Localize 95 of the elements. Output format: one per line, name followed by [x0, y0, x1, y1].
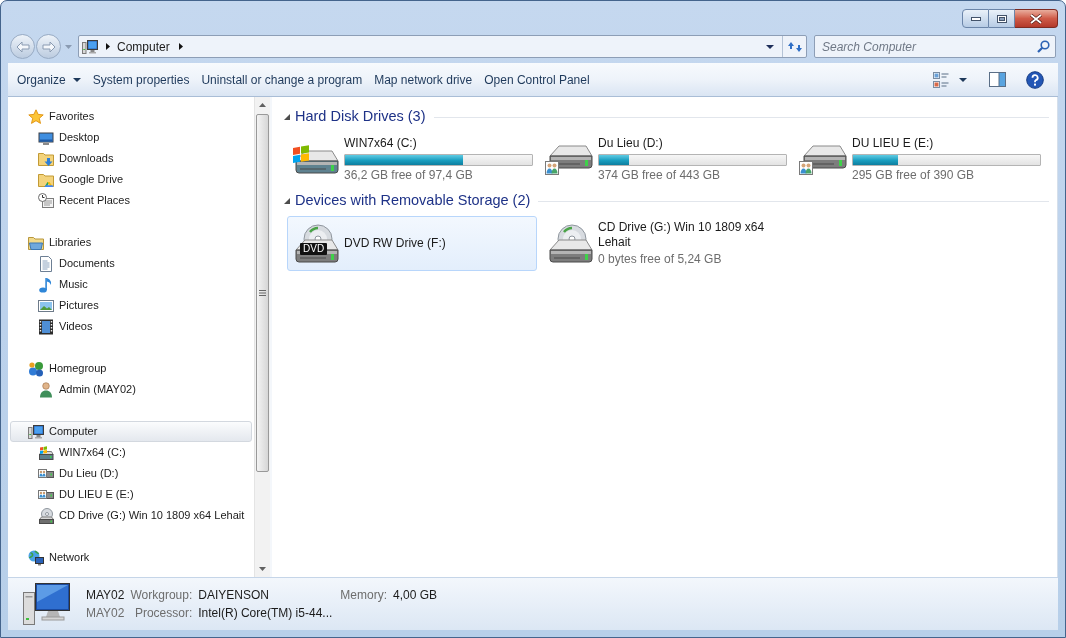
caret-icon	[959, 77, 967, 82]
nav-item[interactable]: WIN7x64 (C:)	[10, 442, 252, 463]
close-button[interactable]	[1015, 9, 1058, 28]
nav-item[interactable]: CD Drive (G:) Win 10 1809 x64 Lehait	[10, 505, 252, 526]
search-field[interactable]: Search Computer	[814, 35, 1056, 58]
caret-icon	[766, 44, 774, 49]
toolbar-button[interactable]: System properties	[92, 67, 190, 92]
folder-triangle-icon	[38, 171, 54, 188]
toolbar-button[interactable]: Uninstall or change a program	[201, 67, 363, 92]
user-icon	[38, 381, 54, 398]
free-space-text: 295 GB free of 390 GB	[852, 168, 976, 183]
breadcrumb[interactable]: Computer	[116, 37, 171, 56]
clock-window-icon	[38, 192, 54, 209]
arrow-left-icon	[15, 40, 30, 53]
nav-item[interactable]: Pictures	[10, 295, 252, 316]
drive-tile[interactable]: DU LIEU E (E:) 295 GB free of 390 GB	[795, 132, 1045, 187]
nav-group[interactable]: Computer	[10, 421, 252, 442]
shared-drive-icon	[545, 144, 593, 175]
triangle-right-icon	[178, 43, 183, 50]
drive-name: WIN7x64 (C:)	[344, 136, 418, 151]
arrow-right-icon	[41, 40, 56, 53]
view-options-icon	[933, 71, 949, 88]
computer-icon	[22, 582, 72, 626]
nav-item[interactable]: Videos	[10, 316, 252, 337]
nav-item[interactable]: Du Lieu (D:)	[10, 463, 252, 484]
caret-icon	[65, 44, 72, 49]
drive-tile[interactable]: WIN7x64 (C:) 36,2 GB free of 97,4 GB	[287, 132, 537, 187]
network-icon	[28, 549, 44, 566]
nav-item[interactable]: Downloads	[10, 148, 252, 169]
address-bar[interactable]: Computer	[78, 35, 807, 58]
nav-item[interactable]: Google Drive	[10, 169, 252, 190]
scrollbar[interactable]	[254, 97, 270, 577]
shared-drive-icon	[38, 469, 54, 478]
close-icon	[1030, 13, 1042, 24]
music-note-icon	[38, 276, 54, 293]
free-space-text: 0 bytes free of 5,24 GB	[598, 252, 723, 267]
maximize-button[interactable]	[989, 9, 1015, 28]
shared-drive-icon	[799, 144, 847, 175]
nav-group[interactable]: Network	[10, 547, 252, 568]
drive-name: DVD RW Drive (F:)	[344, 236, 447, 251]
drive-tile[interactable]: DVD DVD RW Drive (F:)	[287, 216, 537, 271]
triangle-right-icon	[106, 43, 110, 50]
scroll-up-icon	[259, 103, 266, 107]
nav-item[interactable]: Recent Places	[10, 190, 252, 211]
cd-drive-icon	[38, 507, 54, 524]
system-drive-icon	[291, 145, 339, 174]
nav-item[interactable]: Documents	[10, 253, 252, 274]
download-folder-icon	[38, 150, 54, 167]
toolbar-button[interactable]: Organize	[17, 67, 81, 92]
computer-icon	[82, 38, 98, 55]
nav-item[interactable]: Admin (MAY02)	[10, 379, 252, 400]
toolbar-button[interactable]: Map network drive	[374, 67, 473, 92]
toolbar-button[interactable]: Open Control Panel	[484, 67, 590, 92]
nav-group[interactable]: Libraries	[10, 232, 252, 253]
nav-group[interactable]: Favorites	[10, 106, 252, 127]
group-header[interactable]: Devices with Removable Storage (2)	[295, 190, 531, 212]
drive-tile[interactable]: Du Lieu (D:) 374 GB free of 443 GB	[541, 132, 791, 187]
nav-item[interactable]: DU LIEU E (E:)	[10, 484, 252, 505]
nav-group[interactable]: Homegroup	[10, 358, 252, 379]
minimize-button[interactable]	[962, 9, 989, 28]
star-icon	[28, 108, 44, 125]
drive-tile[interactable]: CD Drive (G:) Win 10 1809 x64 Lehait 0 bytes free of 5,24 GB	[541, 216, 791, 271]
free-space-text: 36,2 GB free of 97,4 GB	[344, 168, 474, 183]
search-icon	[1037, 40, 1050, 53]
free-space-text: 374 GB free of 443 GB	[598, 168, 722, 183]
nav-item[interactable]: Music	[10, 274, 252, 295]
minimize-icon	[970, 16, 981, 21]
drive-name: DU LIEU E (E:)	[852, 136, 935, 151]
maximize-icon	[996, 14, 1007, 23]
detail-label: Processor:	[134, 605, 193, 622]
caret-icon	[72, 77, 81, 82]
homegroup-icon	[28, 360, 44, 377]
detail-label: Workgroup:	[130, 587, 193, 604]
detail-value: 4,00 GB	[393, 587, 437, 604]
group-header[interactable]: Hard Disk Drives (3)	[295, 106, 426, 128]
computer-icon	[28, 423, 44, 440]
grip-icon	[259, 290, 266, 296]
nav-item[interactable]: Desktop	[10, 127, 252, 148]
shared-drive-icon	[38, 490, 54, 499]
library-folder-icon	[28, 234, 44, 251]
scrollbar-thumb[interactable]	[256, 114, 269, 472]
document-icon	[38, 255, 54, 272]
detail-value: DAIYENSON	[198, 587, 270, 604]
help-icon	[1026, 70, 1044, 89]
film-icon	[38, 318, 54, 335]
preview-pane-icon	[989, 72, 1006, 87]
scroll-down-icon	[259, 567, 266, 571]
detail-value: Intel(R) Core(TM) i5-44...	[198, 605, 333, 622]
drive-name: Du Lieu (D:)	[598, 136, 664, 151]
picture-icon	[38, 297, 54, 314]
detail-label: Memory:	[340, 587, 387, 604]
computer-description: MAY02	[86, 605, 125, 622]
system-drive-icon	[38, 444, 54, 461]
drive-name: CD Drive (G:) Win 10 1809 x64 Lehait	[598, 220, 766, 250]
computer-name: MAY02	[86, 587, 125, 604]
